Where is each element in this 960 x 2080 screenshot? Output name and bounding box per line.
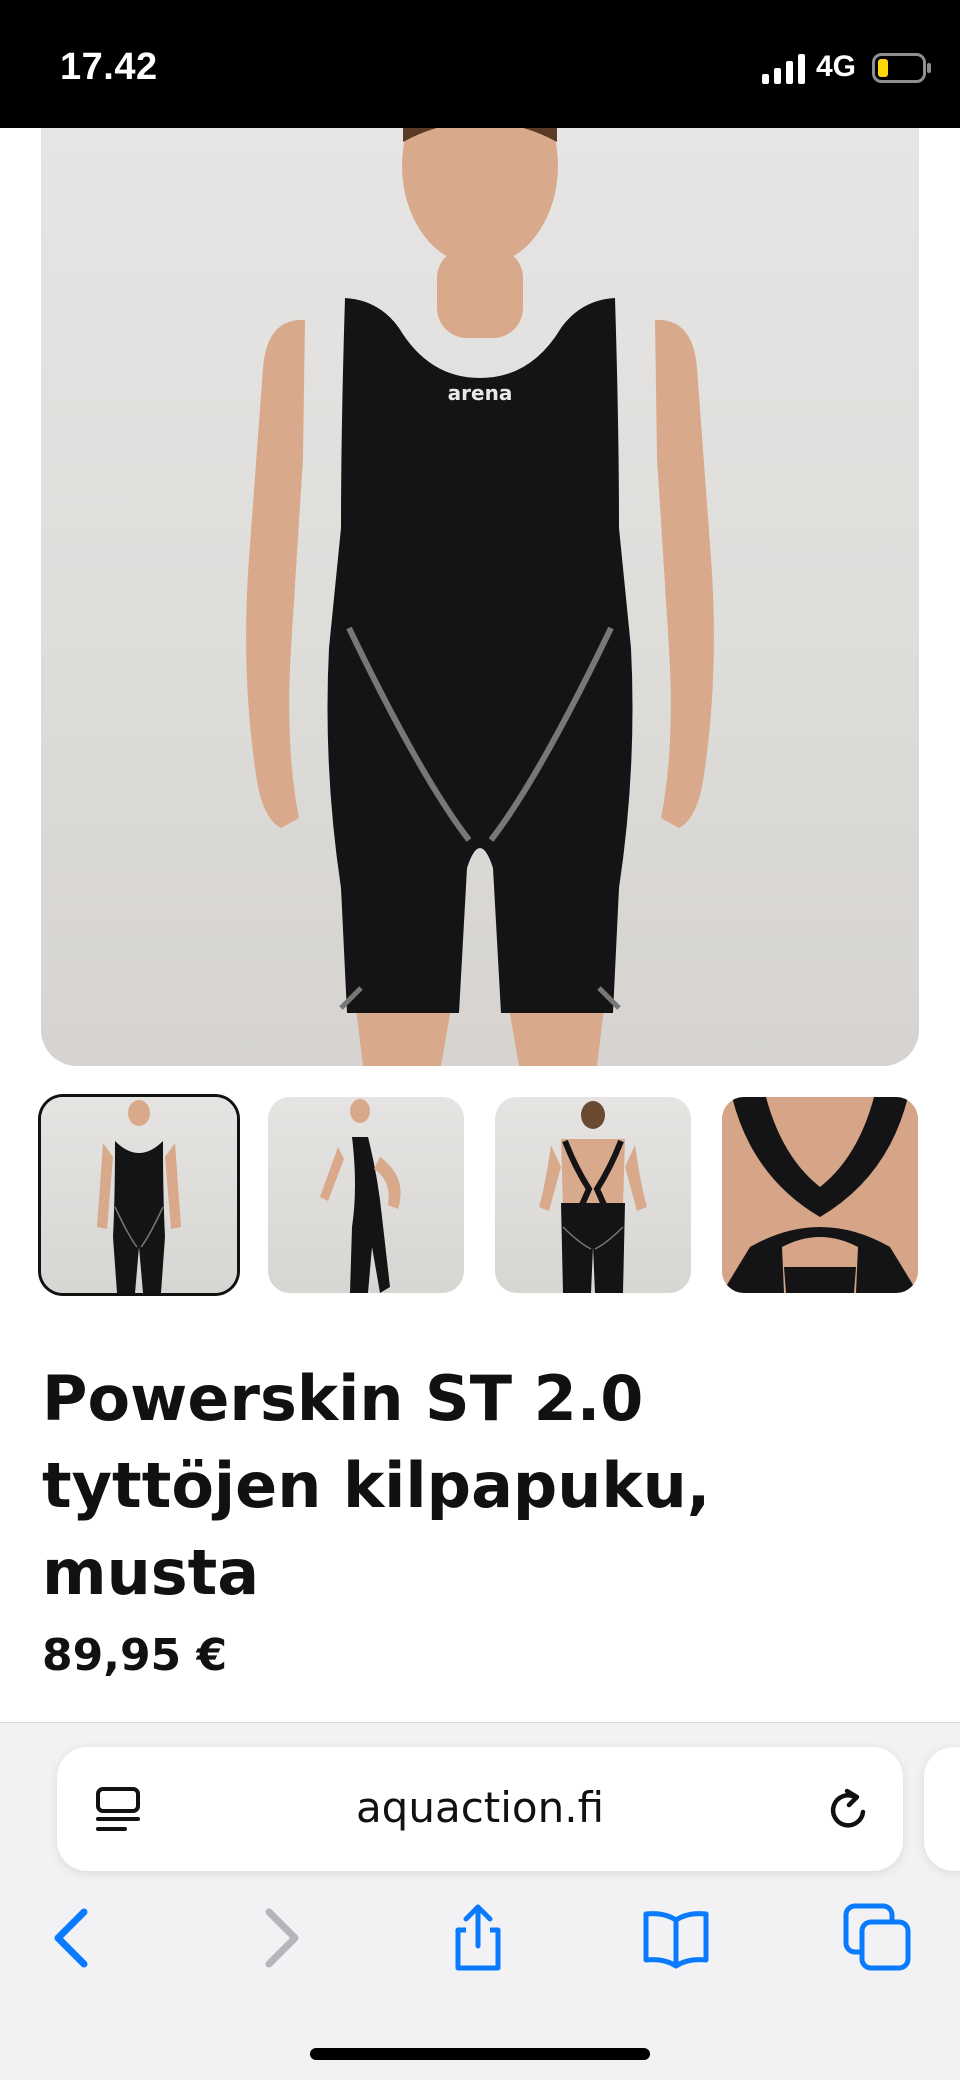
- address-bar[interactable]: aquaction.fi: [57, 1747, 903, 1871]
- thumbnail-closeup-illustration: [722, 1097, 918, 1293]
- thumbnail-front-view[interactable]: [41, 1097, 237, 1293]
- battery-low-icon: [872, 53, 931, 83]
- network-type: 4G: [816, 50, 857, 83]
- product-title: Powerskin ST 2.0 tyttöjen kilpapuku, mus…: [42, 1355, 902, 1616]
- forward-icon[interactable]: [243, 1902, 315, 1974]
- product-title-line-3: musta: [42, 1536, 260, 1609]
- reload-icon[interactable]: [825, 1787, 871, 1833]
- thumbnail-back-view[interactable]: [495, 1097, 691, 1293]
- thumbnail-back-illustration: [539, 1101, 647, 1293]
- product-price: 89,95 €: [42, 1630, 228, 1681]
- bookmarks-icon[interactable]: [640, 1902, 712, 1974]
- next-tab-peek[interactable]: [924, 1747, 960, 1871]
- home-indicator[interactable]: [310, 2048, 650, 2060]
- thumbnail-back-closeup[interactable]: [722, 1097, 918, 1293]
- url-text[interactable]: aquaction.fi: [177, 1783, 783, 1832]
- thumbnail-side-illustration: [320, 1099, 401, 1293]
- status-bar: 17.42 4G: [0, 0, 960, 128]
- thumbnail-front-illustration: [97, 1100, 181, 1293]
- product-title-line-2: tyttöjen kilpapuku,: [42, 1449, 711, 1522]
- swimsuit-model-illustration: arena: [246, 128, 714, 1066]
- share-icon[interactable]: [442, 1902, 514, 1974]
- cellular-signal-icon: [762, 54, 805, 84]
- product-title-line-1: Powerskin ST 2.0: [42, 1362, 644, 1435]
- svg-text:arena: arena: [448, 381, 513, 405]
- status-time: 17.42: [60, 46, 158, 88]
- reader-mode-icon[interactable]: [93, 1785, 143, 1835]
- product-main-image[interactable]: arena: [41, 128, 919, 1066]
- browser-toolbar: aquaction.fi: [0, 1722, 960, 2080]
- thumbnail-side-view[interactable]: [268, 1097, 464, 1293]
- back-icon[interactable]: [38, 1902, 110, 1974]
- tabs-icon[interactable]: [842, 1902, 914, 1974]
